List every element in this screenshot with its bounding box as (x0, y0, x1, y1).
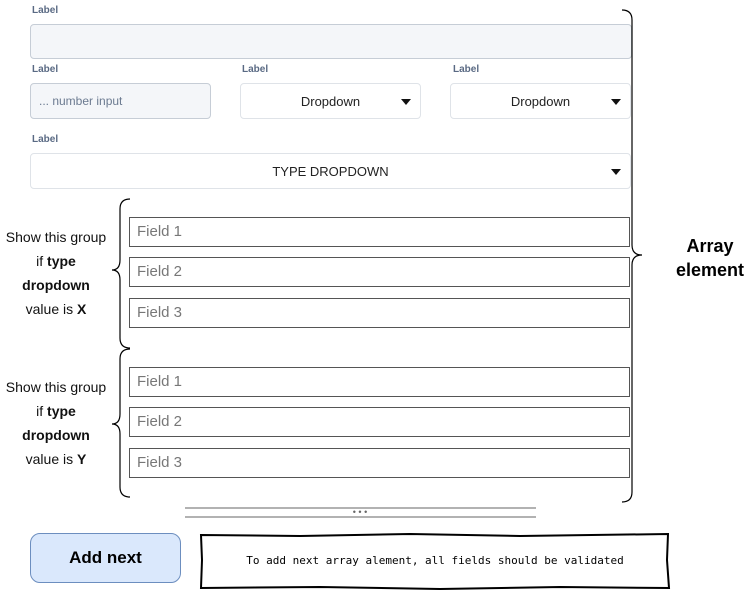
group-y-brace (111, 348, 131, 498)
group-y-caption-line1: Show this group (5, 379, 107, 395)
group-x-caption: Show this group if type dropdown value i… (0, 225, 112, 321)
group-x-field-2[interactable]: Field 2 (129, 257, 630, 287)
group-x-caption-line2: if type (36, 253, 76, 269)
group-y-caption-line3: dropdown (22, 427, 90, 443)
group-x-field-3[interactable]: Field 3 (129, 298, 630, 328)
group-x-caption-line4: value is X (25, 301, 87, 317)
group-y-caption-line2: if type (36, 403, 76, 419)
group-x-brace (111, 198, 131, 349)
group-x-caption-line3: dropdown (22, 277, 90, 293)
group-y-caption-line4: value is Y (25, 451, 87, 467)
group-y-caption: Show this group if type dropdown value i… (0, 375, 112, 471)
array-label-line1: Array (686, 236, 734, 256)
array-label-line2: element (675, 260, 745, 280)
group-x-field-1[interactable]: Field 1 (129, 217, 630, 247)
group-y-field-2[interactable]: Field 2 (129, 407, 630, 437)
group-y-field-3[interactable]: Field 3 (129, 448, 630, 478)
group-x-caption-line1: Show this group (5, 229, 107, 245)
separator-dots: • • • (352, 507, 368, 517)
group-y-field-1[interactable]: Field 1 (129, 367, 630, 397)
add-next-button[interactable]: Add next (30, 533, 181, 583)
array-element-label: Array element (664, 234, 749, 282)
validation-note: To add next array alement, all fields sh… (246, 554, 624, 567)
brace-lines (111, 9, 671, 590)
